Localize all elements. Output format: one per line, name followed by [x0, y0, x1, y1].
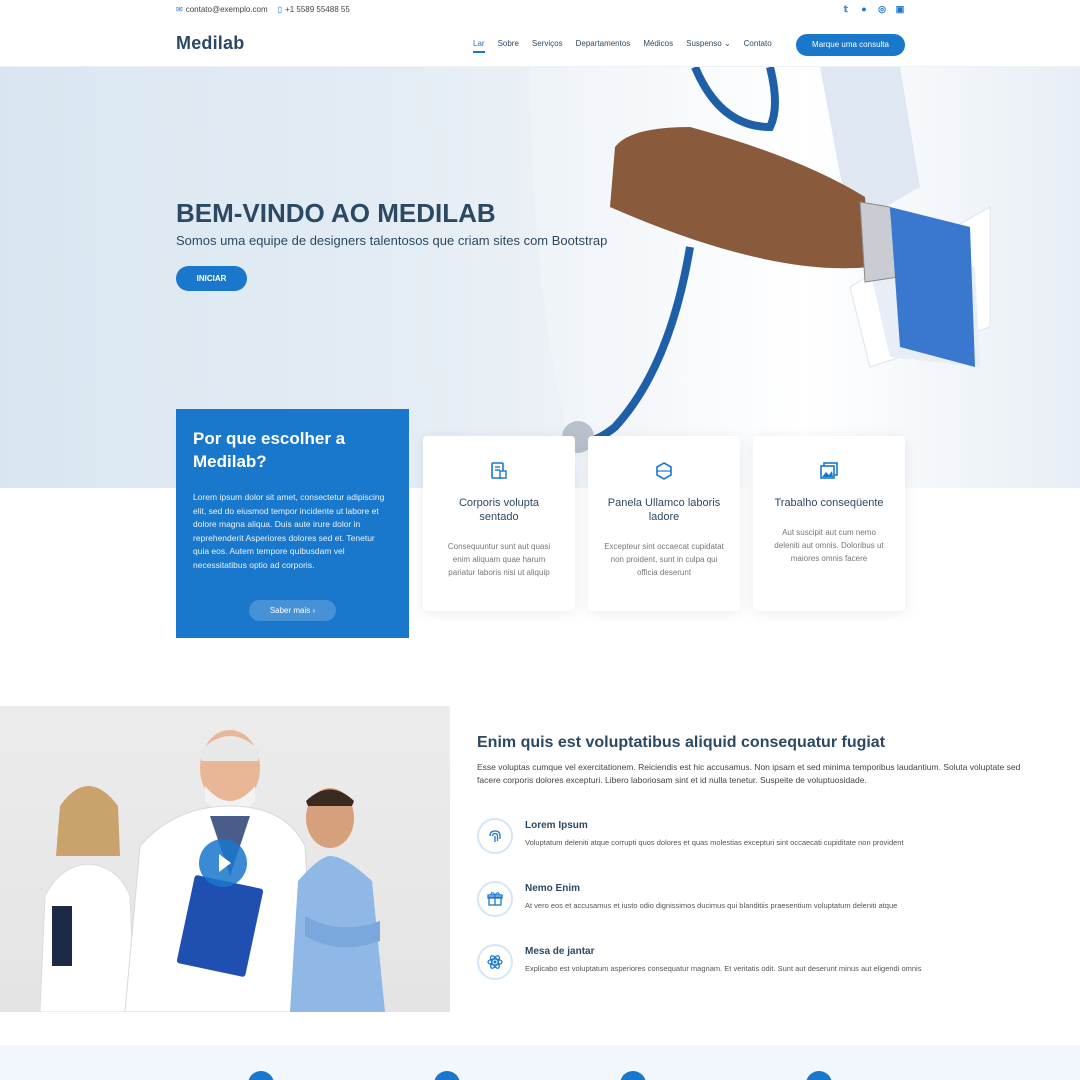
about-item: Mesa de jantar Explicabo est voluptatum … — [477, 944, 1037, 984]
hero-title: BEM-VINDO AO MEDILAB — [176, 198, 496, 228]
count-icon — [248, 1071, 274, 1080]
cube-icon — [653, 460, 675, 482]
team-photo — [0, 706, 450, 1012]
linkedin-icon[interactable]: ▣ — [895, 4, 905, 14]
about-item-text: Explicabo est voluptatum asperiores cons… — [525, 964, 922, 973]
topbar-contact: ✉ contato@exemplo.com ▯ +1 5589 55488 55 — [176, 5, 350, 14]
hero-section: BEM-VINDO AO MEDILAB Somos uma equipe de… — [0, 67, 1080, 488]
nav-doctors[interactable]: Médicos — [643, 39, 673, 48]
feature-card-text: Excepteur sint occaecat cupidatat non pr… — [604, 542, 724, 577]
about-item-title: Mesa de jantar — [525, 946, 595, 957]
nav-contact[interactable]: Contato — [744, 39, 772, 48]
facebook-icon[interactable]: ● — [859, 4, 869, 14]
envelope-icon: ✉ — [176, 5, 183, 14]
logo[interactable]: Medilab — [176, 33, 244, 54]
nav-dropdown-label: Suspenso — [686, 39, 722, 48]
about-item-title: Lorem Ipsum — [525, 820, 588, 831]
why-us-box: Por que escolher a Medilab? Lorem ipsum … — [176, 409, 409, 638]
about-item-text: Voluptatum deleniti atque corrupti quos … — [525, 838, 904, 847]
about-item: Nemo Enim At vero eos et accusamus et iu… — [477, 881, 1037, 921]
feature-card-text: Consequuntur sunt aut quasi enim aliquam… — [447, 542, 551, 577]
main-nav: Lar Sobre Serviços Departamentos Médicos… — [473, 39, 785, 53]
count-icon — [806, 1071, 832, 1080]
why-us-text: Lorem ipsum dolor sit amet, consectetur … — [193, 492, 385, 570]
instagram-icon[interactable]: ◎ — [877, 4, 887, 14]
count-icon — [620, 1071, 646, 1080]
about-item-title: Nemo Enim — [525, 883, 581, 894]
email-text: contato@exemplo.com — [185, 5, 268, 14]
feature-card-title: Corporis volupta sentado — [458, 497, 540, 523]
count-icon — [434, 1071, 460, 1080]
feature-card: Panela Ullamco laboris ladore Excepteur … — [588, 436, 740, 611]
counts-section — [0, 1045, 1080, 1080]
twitter-icon[interactable]: 𝕥 — [841, 4, 851, 14]
appointment-button[interactable]: Marque uma consulta — [796, 34, 905, 56]
feature-card-title: Panela Ullamco laboris ladore — [607, 497, 721, 523]
nav-departments[interactable]: Departamentos — [576, 39, 631, 48]
fingerprint-icon — [477, 818, 513, 854]
phone-icon: ▯ — [277, 5, 283, 14]
site-header: Medilab Lar Sobre Serviços Departamentos… — [0, 22, 1080, 67]
chevron-down-icon: ⌄ — [723, 39, 731, 48]
feature-card-title: Trabalho conseqüente — [774, 497, 884, 509]
nav-services[interactable]: Serviços — [532, 39, 563, 48]
doctor-image — [530, 67, 1080, 488]
about-title: Enim quis est voluptatibus aliquid conse… — [477, 734, 886, 751]
nav-about[interactable]: Sobre — [498, 39, 519, 48]
topbar: ✉ contato@exemplo.com ▯ +1 5589 55488 55… — [0, 0, 1080, 22]
nav-dropdown[interactable]: Suspenso ⌄ — [686, 39, 731, 48]
images-icon — [818, 460, 840, 482]
phone-text: +1 5589 55488 55 — [285, 5, 350, 14]
hero-subtitle: Somos uma equipe de designers talentosos… — [176, 233, 608, 248]
feature-card: Trabalho conseqüente Aut suscipit aut cu… — [753, 436, 905, 611]
about-item: Lorem Ipsum Voluptatum deleniti atque co… — [477, 818, 1037, 858]
phone-link[interactable]: ▯ +1 5589 55488 55 — [278, 5, 350, 14]
about-item-text: At vero eos et accusamus et iusto odio d… — [525, 901, 898, 910]
get-started-button[interactable]: INICIAR — [176, 266, 247, 291]
email-link[interactable]: ✉ contato@exemplo.com — [176, 5, 268, 14]
gift-icon — [477, 881, 513, 917]
play-video-button[interactable] — [199, 839, 247, 887]
about-text: Esse voluptas cumque vel exercitationem.… — [477, 762, 1021, 785]
clipboard-icon — [488, 460, 510, 482]
social-links: 𝕥 ● ◎ ▣ — [841, 4, 905, 14]
feature-card: Corporis volupta sentado Consequuntur su… — [423, 436, 575, 611]
nav-home[interactable]: Lar — [473, 39, 485, 53]
feature-card-text: Aut suscipit aut cum nemo deleniti aut o… — [774, 528, 884, 563]
why-us-title: Por que escolher a Medilab? — [193, 429, 346, 471]
learn-more-button[interactable]: Saber mais › — [249, 600, 336, 621]
atom-icon — [477, 944, 513, 980]
